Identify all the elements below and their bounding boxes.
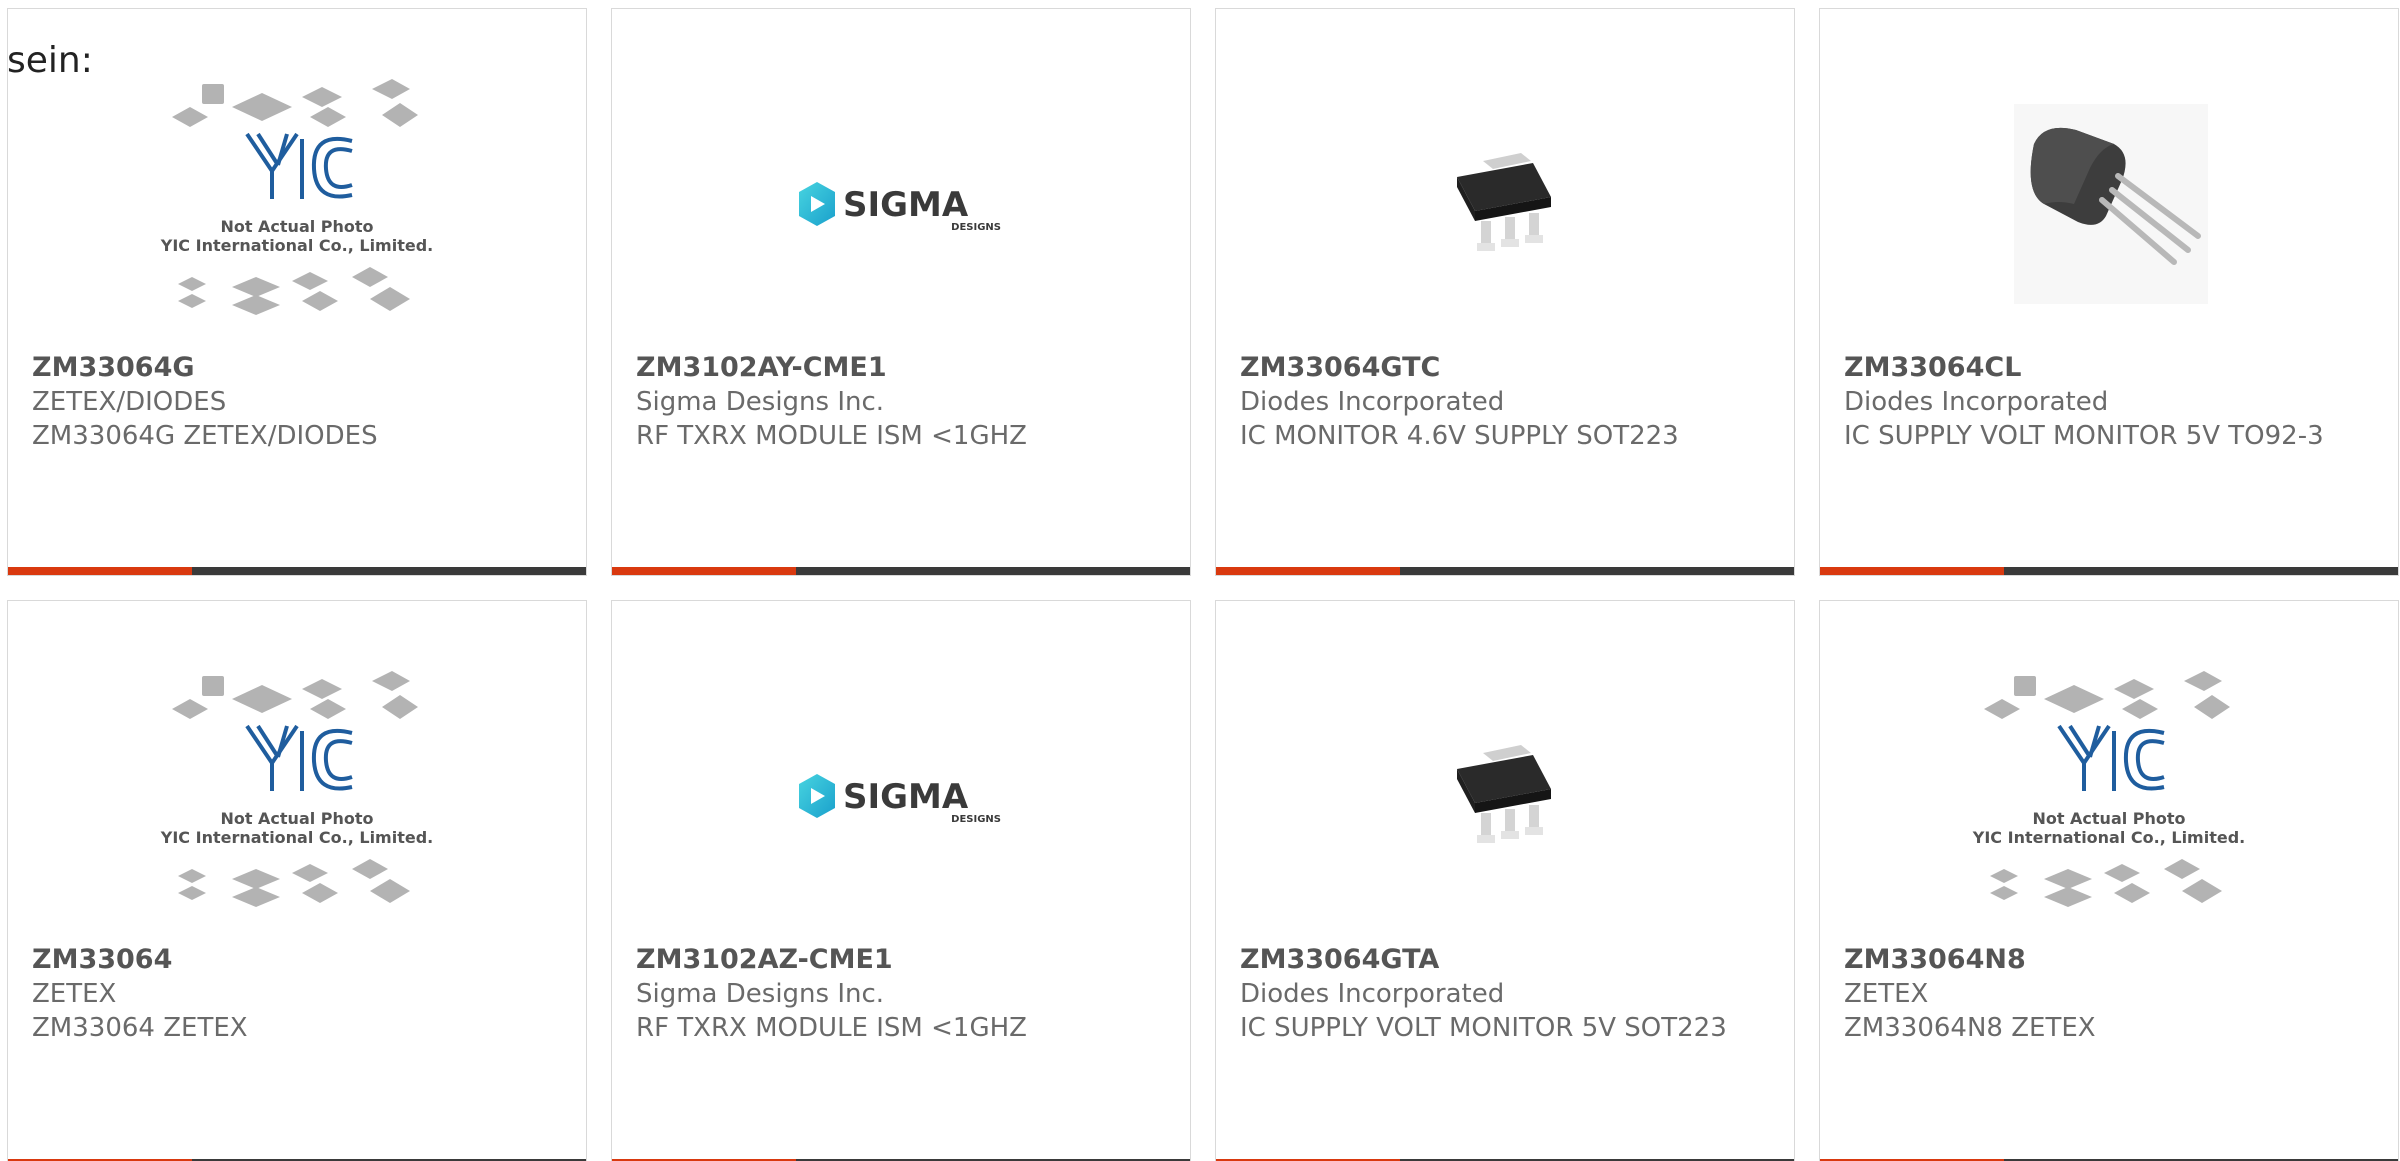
svg-text:DESIGNS: DESIGNS [951,814,1001,825]
manufacturer: Diodes Incorporated [1240,387,1505,417]
description: IC SUPPLY VOLT MONITOR 5V SOT223 [1240,1013,1727,1043]
product-info: ZM33064CL Diodes Incorporated IC SUPPLY … [1844,351,2374,453]
to92-transistor-image [1820,69,2398,349]
card-accent-bar [8,567,586,575]
svg-text:YIC International Co., Limited: YIC International Co., Limited. [1972,828,2245,847]
product-info: ZM33064G ZETEX/DIODES ZM33064G ZETEX/DIO… [32,351,562,453]
product-info: ZM33064GTC Diodes Incorporated IC MONITO… [1240,351,1770,453]
description: IC SUPPLY VOLT MONITOR 5V TO92-3 [1844,421,2324,451]
svg-text:YIC International Co., Limited: YIC International Co., Limited. [160,828,433,847]
product-card[interactable]: ZM33064GTA Diodes Incorporated IC SUPPLY… [1215,600,1795,1161]
svg-text:Not Actual Photo: Not Actual Photo [220,217,373,236]
product-info: ZM33064 ZETEX ZM33064 ZETEX [32,943,562,1045]
product-card[interactable]: ZM33064GTC Diodes Incorporated IC MONITO… [1215,8,1795,576]
product-card[interactable]: SIGMA DESIGNS ZM3102AY-CME1 Sigma Design… [611,8,1191,576]
manufacturer: ZETEX [32,979,117,1009]
description: IC MONITOR 4.6V SUPPLY SOT223 [1240,421,1679,451]
description: ZM33064N8 ZETEX [1844,1013,2096,1043]
lead-text: sein: [7,40,93,81]
product-card[interactable]: SIGMA DESIGNS ZM3102AZ-CME1 Sigma Design… [611,600,1191,1161]
svg-text:SIGMA: SIGMA [843,777,969,817]
card-accent-bar [1820,567,2398,575]
yic-placeholder-image: Not Actual Photo YIC International Co., … [1820,661,2398,941]
yic-placeholder-image: Not Actual Photo YIC International Co., … [8,661,586,941]
sigma-logo-image: SIGMA DESIGNS [612,661,1190,941]
manufacturer: ZETEX/DIODES [32,387,227,417]
part-number[interactable]: ZM33064N8 [1844,943,2374,977]
svg-text:SIGMA: SIGMA [843,185,969,225]
manufacturer: Diodes Incorporated [1240,979,1505,1009]
product-info: ZM3102AZ-CME1 Sigma Designs Inc. RF TXRX… [636,943,1166,1045]
part-number[interactable]: ZM33064GTA [1240,943,1770,977]
accent-red-segment [8,567,192,575]
part-number[interactable]: ZM3102AZ-CME1 [636,943,1166,977]
manufacturer: Sigma Designs Inc. [636,387,885,417]
accent-red-segment [612,567,796,575]
part-number[interactable]: ZM33064G [32,351,562,385]
product-info: ZM3102AY-CME1 Sigma Designs Inc. RF TXRX… [636,351,1166,453]
part-number[interactable]: ZM33064GTC [1240,351,1770,385]
card-accent-bar [1216,567,1794,575]
product-card[interactable]: Not Actual Photo YIC International Co., … [7,8,587,576]
part-number[interactable]: ZM3102AY-CME1 [636,351,1166,385]
product-info: ZM33064GTA Diodes Incorporated IC SUPPLY… [1240,943,1770,1045]
yic-placeholder-image: Not Actual Photo YIC International Co., … [8,69,586,349]
manufacturer: Sigma Designs Inc. [636,979,885,1009]
card-accent-bar [612,567,1190,575]
product-card[interactable]: Not Actual Photo YIC International Co., … [7,600,587,1161]
accent-red-segment [1216,567,1400,575]
product-grid-page: sein: Not Actual Photo YIC International… [0,0,2400,1161]
description: RF TXRX MODULE ISM <1GHZ [636,421,1027,451]
manufacturer: Diodes Incorporated [1844,387,2109,417]
product-card[interactable]: ZM33064CL Diodes Incorporated IC SUPPLY … [1819,8,2399,576]
sigma-logo-image: SIGMA DESIGNS [612,69,1190,349]
manufacturer: ZETEX [1844,979,1929,1009]
description: RF TXRX MODULE ISM <1GHZ [636,1013,1027,1043]
product-grid: Not Actual Photo YIC International Co., … [7,8,2400,1161]
svg-text:Not Actual Photo: Not Actual Photo [2032,809,2185,828]
svg-text:YIC International Co., Limited: YIC International Co., Limited. [160,236,433,255]
part-number[interactable]: ZM33064 [32,943,562,977]
part-number[interactable]: ZM33064CL [1844,351,2374,385]
description: ZM33064 ZETEX [32,1013,248,1043]
product-card[interactable]: Not Actual Photo YIC International Co., … [1819,600,2399,1161]
description: ZM33064G ZETEX/DIODES [32,421,378,451]
sot223-chip-image [1216,69,1794,349]
product-info: ZM33064N8 ZETEX ZM33064N8 ZETEX [1844,943,2374,1045]
svg-text:DESIGNS: DESIGNS [951,222,1001,233]
svg-text:Not Actual Photo: Not Actual Photo [220,809,373,828]
accent-red-segment [1820,567,2004,575]
sot223-chip-image [1216,661,1794,941]
